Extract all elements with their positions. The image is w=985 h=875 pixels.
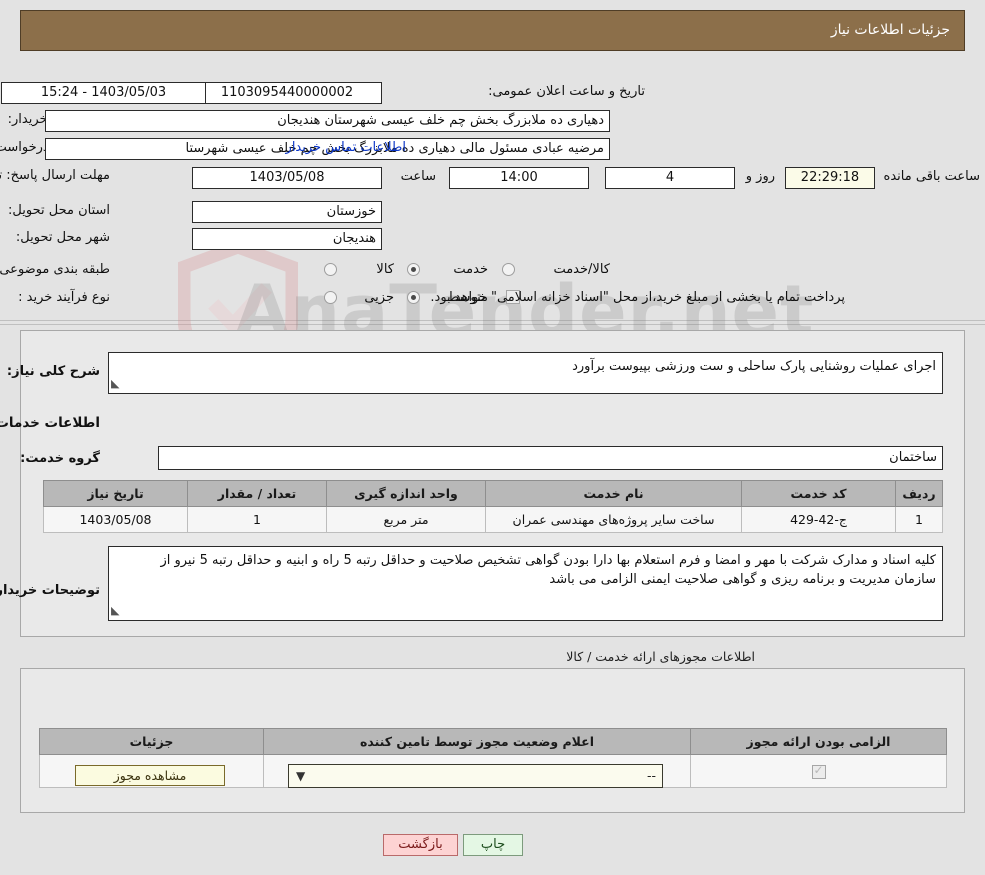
- category-option-label-2: کالا/خدمت: [553, 262, 610, 277]
- announce-datetime-field[interactable]: 1403/05/03 - 15:24: [1, 82, 206, 104]
- table-row: 1 ج-42-429 ساخت سایر پروژه‌های مهندسی عم…: [43, 506, 943, 533]
- summary-text: اجرای عملیات روشنایی پارک ساحلی و ست ورز…: [572, 359, 936, 374]
- city-label: شهر محل تحویل:: [15, 230, 110, 245]
- buyer-notes-label: توضیحات خریدار:: [0, 583, 100, 598]
- cell-unit: متر مربع: [326, 506, 486, 533]
- page-header: جزئیات اطلاعات نیاز: [20, 10, 965, 51]
- process-label: نوع فرآیند خرید :: [18, 290, 110, 305]
- col-row: ردیف: [895, 480, 943, 507]
- col-quantity: تعداد / مقدار: [187, 480, 327, 507]
- cell-quantity: 1: [187, 506, 327, 533]
- treasury-bonds-note: پرداخت تمام یا بخشی از مبلغ خرید،از محل …: [430, 290, 845, 305]
- permit-required-cell: [690, 754, 947, 788]
- deadline-label: مهلت ارسال پاسخ: تا تاریخ:: [0, 168, 110, 183]
- permit-status-value: --: [646, 768, 656, 783]
- permit-col-details: جزئیات: [39, 728, 264, 755]
- countdown-label: ساعت باقی مانده: [883, 169, 980, 184]
- page-title: جزئیات اطلاعات نیاز: [830, 22, 950, 38]
- col-unit: واحد اندازه گیری: [326, 480, 486, 507]
- permit-required-checkbox: [811, 763, 826, 779]
- service-group-label: گروه خدمت:: [20, 451, 100, 466]
- cell-date: 1403/05/08: [43, 506, 188, 533]
- deadline-time-label: ساعت: [400, 169, 436, 184]
- back-button[interactable]: بازگشت: [383, 834, 458, 856]
- print-button[interactable]: چاپ: [463, 834, 523, 856]
- deadline-date-field[interactable]: 1403/05/08: [192, 167, 382, 189]
- page-root: AnaTender.net جزئیات اطلاعات نیاز شماره …: [0, 0, 985, 875]
- category-option-label-1: خدمت: [453, 262, 488, 277]
- summary-textarea[interactable]: اجرای عملیات روشنایی پارک ساحلی و ست ورز…: [108, 352, 943, 394]
- permit-col-required: الزامی بودن ارائه مجوز: [690, 728, 947, 755]
- province-field[interactable]: خوزستان: [192, 201, 382, 223]
- summary-label: شرح کلی نیاز:: [6, 364, 100, 379]
- chevron-down-icon[interactable]: ▼: [296, 765, 305, 787]
- buyer-contact-link[interactable]: اطلاعات تماس خریدار: [286, 140, 406, 155]
- buyer-org-field[interactable]: دهیاری ده ملابزرگ بخش چم خلف عیسی شهرستا…: [45, 110, 610, 132]
- category-radio-kala[interactable]: [324, 263, 337, 276]
- process-option-label-0: جزیی: [364, 290, 394, 305]
- province-label: استان محل تحویل:: [8, 203, 110, 218]
- process-radio-jozii[interactable]: [324, 291, 337, 304]
- category-radio-khedmat[interactable]: [407, 263, 420, 276]
- col-date: تاریخ نیاز: [43, 480, 188, 507]
- category-option-label-0: کالا: [376, 262, 394, 277]
- deadline-time-field[interactable]: 14:00: [449, 167, 589, 189]
- section-divider-2: [0, 324, 985, 325]
- buyer-notes-text: کلیه اسناد و مدارک شرکت با مهر و امضا و …: [160, 553, 936, 587]
- service-group-field[interactable]: ساختمان: [158, 446, 943, 470]
- col-code: کد خدمت: [741, 480, 896, 507]
- cell-code: ج-42-429: [741, 506, 896, 533]
- buyer-notes-textarea[interactable]: کلیه اسناد و مدارک شرکت با مهر و امضا و …: [108, 546, 943, 621]
- view-permit-button[interactable]: مشاهده مجوز: [75, 765, 225, 786]
- need-number-field[interactable]: 1103095440000002: [192, 82, 382, 104]
- category-label: طبقه بندی موضوعی:: [0, 262, 110, 277]
- section-divider-1: [0, 320, 985, 321]
- resize-grip-icon[interactable]: ◢: [111, 374, 119, 393]
- resize-grip-icon-2[interactable]: ◢: [111, 601, 119, 620]
- permits-header-row: الزامی بودن ارائه مجوز اعلام وضعیت مجوز …: [39, 728, 947, 755]
- remaining-days-field[interactable]: 4: [605, 167, 735, 189]
- countdown-field: 22:29:18: [785, 167, 875, 189]
- remaining-days-label: روز و: [745, 169, 775, 184]
- services-table-header-row: ردیف کد خدمت نام خدمت واحد اندازه گیری ت…: [43, 480, 943, 507]
- category-radio-kala-khedmat[interactable]: [502, 263, 515, 276]
- permit-status-select[interactable]: -- ▼: [288, 764, 663, 788]
- cell-row: 1: [895, 506, 943, 533]
- city-field[interactable]: هندیجان: [192, 228, 382, 250]
- permits-caption: اطلاعات مجوزهای ارائه خدمت / کالا: [566, 649, 755, 664]
- col-name: نام خدمت: [485, 480, 742, 507]
- permit-col-status: اعلام وضعیت مجوز توسط تامین کننده: [263, 728, 691, 755]
- services-table: ردیف کد خدمت نام خدمت واحد اندازه گیری ت…: [43, 480, 943, 533]
- services-heading: اطلاعات خدمات مورد نیاز: [0, 415, 100, 431]
- announce-datetime-label: تاریخ و ساعت اعلان عمومی:: [488, 84, 645, 99]
- cell-name: ساخت سایر پروژه‌های مهندسی عمران: [485, 506, 742, 533]
- process-radio-motevaset[interactable]: [407, 291, 420, 304]
